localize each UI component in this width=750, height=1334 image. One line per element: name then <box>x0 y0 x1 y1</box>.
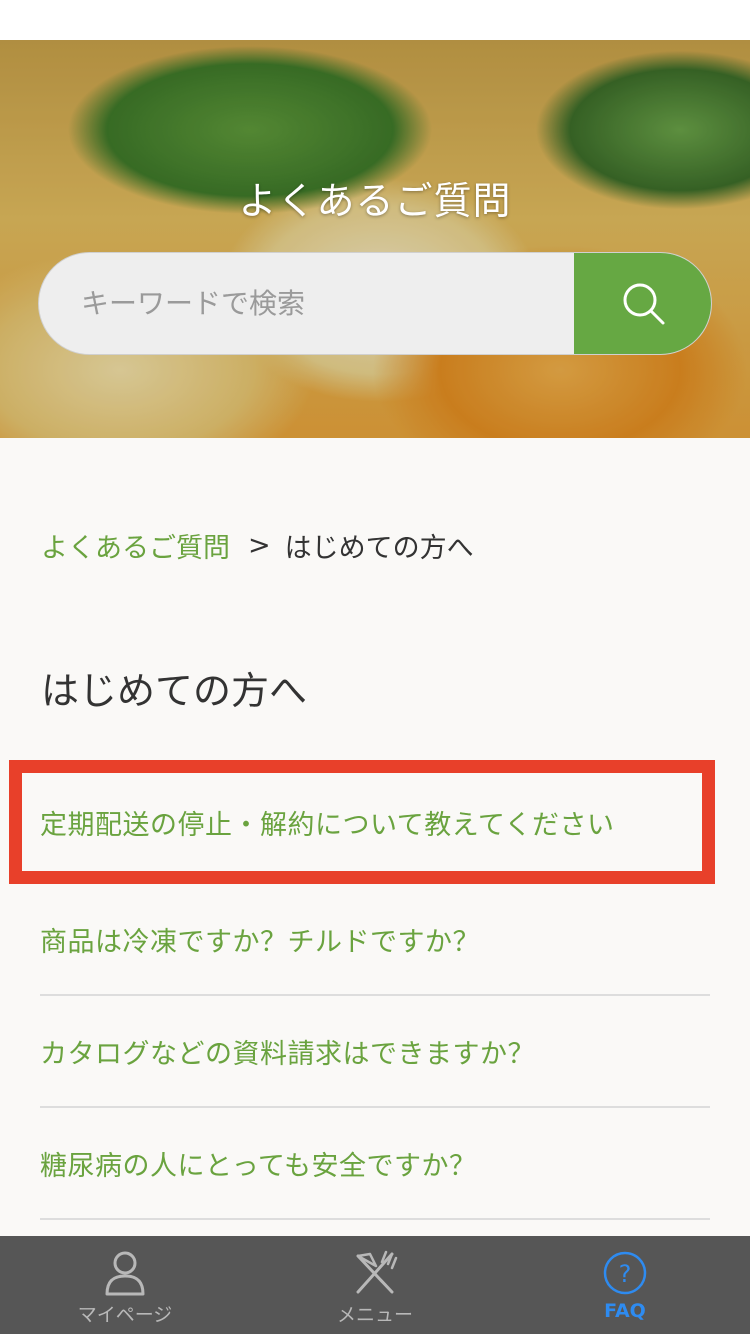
search-button[interactable] <box>574 253 711 354</box>
svg-text:?: ? <box>619 1260 632 1288</box>
breadcrumb-link-faq[interactable]: よくあるご質問 <box>41 526 230 565</box>
fork-knife-icon <box>356 1250 398 1294</box>
search-input[interactable] <box>39 253 574 354</box>
question-circle-icon: ? <box>603 1251 647 1295</box>
faq-item[interactable]: カタログなどの資料請求はできますか？ <box>40 996 710 1108</box>
faq-list: 定期配送の停止・解約について教えてください 商品は冷凍ですか？チルドですか？ カ… <box>0 760 750 1220</box>
faq-item-label: カタログなどの資料請求はできますか？ <box>40 1038 535 1070</box>
breadcrumb-current: はじめての方へ <box>284 533 474 564</box>
tab-label: マイページ <box>77 1304 173 1326</box>
tab-menu[interactable]: メニュー <box>250 1236 500 1334</box>
faq-item-label: 商品は冷凍ですか？チルドですか？ <box>40 926 480 958</box>
faq-item-label: 糖尿病の人にとっても安全ですか？ <box>40 1150 477 1182</box>
status-bar <box>0 0 750 40</box>
tab-label: FAQ <box>604 1300 646 1322</box>
tab-mypage[interactable]: マイページ <box>0 1236 250 1334</box>
page-title: はじめての方へ <box>41 669 308 713</box>
hero-banner: よくあるご質問 <box>0 40 750 438</box>
faq-item[interactable]: 糖尿病の人にとっても安全ですか？ <box>40 1108 710 1220</box>
faq-item-label: 定期配送の停止・解約について教えてください <box>40 809 615 841</box>
breadcrumb-separator: > <box>248 530 271 561</box>
hero-title: よくあるご質問 <box>238 179 512 223</box>
search-icon <box>623 283 664 324</box>
tab-faq[interactable]: ? FAQ <box>500 1236 750 1334</box>
faq-item[interactable]: 定期配送の停止・解約について教えてください <box>0 760 750 884</box>
tab-bar: マイページ メニュー ? FAQ <box>0 1236 750 1334</box>
faq-item[interactable]: 商品は冷凍ですか？チルドですか？ <box>40 884 710 996</box>
person-icon <box>105 1251 145 1296</box>
breadcrumb: よくあるご質問 > はじめての方へ <box>41 526 474 565</box>
tab-label: メニュー <box>336 1304 413 1326</box>
search-bar[interactable] <box>38 252 712 355</box>
